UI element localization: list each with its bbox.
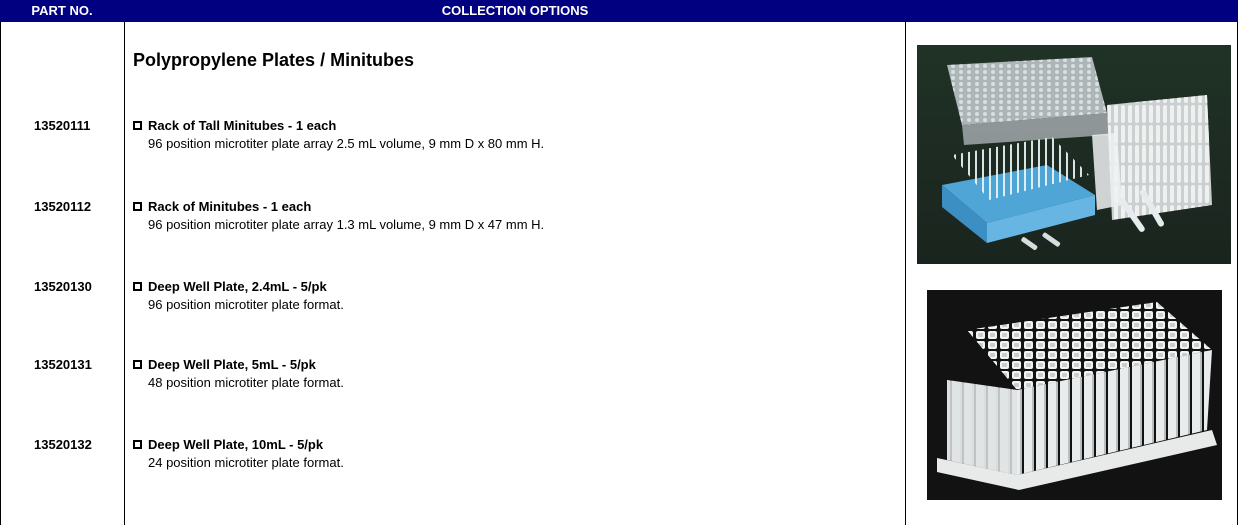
part-number: 13520112 [34,199,92,214]
item-name: Rack of Minitubes - 1 each [148,199,312,214]
checkbox-icon[interactable] [133,121,142,130]
minitube-rack-photo [917,45,1231,264]
item-description: 96 position microtiter plate format. [148,297,344,312]
deep-well-plate-photo [927,290,1222,500]
part-number: 13520111 [34,118,91,133]
item-description: 96 position microtiter plate array 1.3 m… [148,217,545,232]
section-title: Polypropylene Plates / Minitubes [133,50,415,70]
table-header: PART NO. COLLECTION OPTIONS [0,0,1238,22]
part-number: 13520131 [34,357,92,372]
item-description: 48 position microtiter plate format. [148,375,344,390]
item-name: Deep Well Plate, 10mL - 5/pk [148,437,324,452]
item-description: 24 position microtiter plate format. [148,455,344,470]
column-divider-part [124,22,125,525]
list-item: Deep Well Plate, 2.4mL - 5/pk 96 positio… [133,279,344,312]
list-item: Deep Well Plate, 5mL - 5/pk 48 position … [133,357,344,390]
checkbox-icon[interactable] [133,202,142,211]
list-item: Rack of Tall Minitubes - 1 each 96 posit… [133,118,544,151]
checkbox-icon[interactable] [133,282,142,291]
list-item: Rack of Minitubes - 1 each 96 position m… [133,199,544,232]
item-description: 96 position microtiter plate array 2.5 m… [148,136,545,151]
part-number: 13520130 [34,279,92,294]
item-name: Rack of Tall Minitubes - 1 each [148,118,337,133]
item-name: Deep Well Plate, 2.4mL - 5/pk [148,279,327,294]
checkbox-icon[interactable] [133,360,142,369]
collection-options-header: COLLECTION OPTIONS [441,3,589,18]
column-divider-image [905,22,906,525]
list-item: Deep Well Plate, 10mL - 5/pk 24 position… [133,437,344,470]
part-number: 13520132 [34,437,92,452]
item-name: Deep Well Plate, 5mL - 5/pk [148,357,316,372]
table-border-left [0,22,1,525]
part-no-header: PART NO. [31,3,93,18]
checkbox-icon[interactable] [133,440,142,449]
